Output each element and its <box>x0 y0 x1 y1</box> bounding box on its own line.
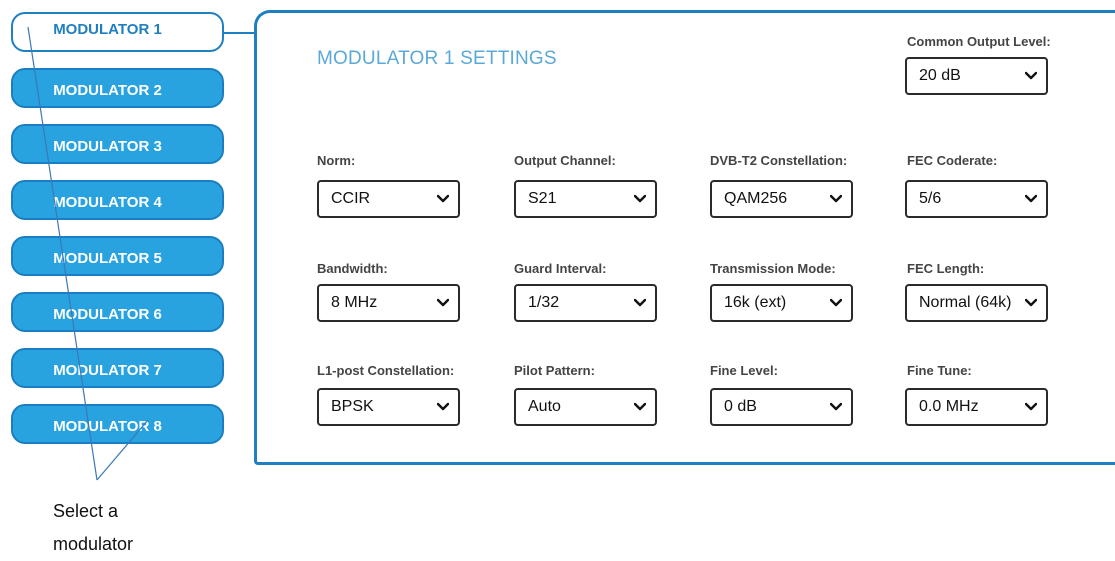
fine-tune-label: Fine Tune: <box>907 363 972 378</box>
select-value: 5/6 <box>919 190 942 207</box>
guard-interval-select[interactable]: 1/32 <box>514 284 657 322</box>
select-value: 0 dB <box>724 398 757 415</box>
select-value: Auto <box>528 398 561 415</box>
transmission-mode-select[interactable]: 16k (ext) <box>710 284 853 322</box>
select-value: 8 MHz <box>331 294 378 311</box>
tab-label: MODULATOR 2 <box>53 81 162 99</box>
tab-label: MODULATOR 5 <box>53 249 162 267</box>
tab-label: MODULATOR 6 <box>53 305 162 323</box>
tab-label: MODULATOR 3 <box>53 137 162 155</box>
tab-modulator-1[interactable]: MODULATOR 1 <box>11 12 224 52</box>
norm-select[interactable]: CCIR <box>317 180 460 218</box>
pilot-pattern-label: Pilot Pattern: <box>514 363 595 378</box>
chevron-down-icon <box>830 194 842 203</box>
chevron-down-icon <box>830 402 842 411</box>
select-value: BPSK <box>331 398 374 415</box>
fec-length-label: FEC Length: <box>907 261 985 276</box>
dvb-t2-constellation-select[interactable]: QAM256 <box>710 180 853 218</box>
norm-label: Norm: <box>317 153 356 168</box>
select-value: 1/32 <box>528 294 560 311</box>
tab-label: MODULATOR 8 <box>53 417 162 435</box>
tab-modulator-7[interactable]: MODULATOR 7 <box>11 348 224 388</box>
chevron-down-icon <box>1025 194 1037 203</box>
fec-length-select[interactable]: Normal (64k) <box>905 284 1048 322</box>
annotation-callout: Select a modulator <box>53 495 133 561</box>
fec-coderate-label: FEC Coderate: <box>907 153 998 168</box>
select-value: 0.0 MHz <box>919 398 979 415</box>
annotation-line-2: modulator <box>53 534 134 554</box>
tab-modulator-8[interactable]: MODULATOR 8 <box>11 404 224 444</box>
annotation-line-1: Select a <box>53 501 119 521</box>
fine-level-label: Fine Level: <box>710 363 778 378</box>
tab-modulator-6[interactable]: MODULATOR 6 <box>11 292 224 332</box>
chevron-down-icon <box>437 298 449 307</box>
transmission-mode-label: Transmission Mode: <box>710 261 836 276</box>
tab-connector <box>224 32 256 34</box>
fine-level-select[interactable]: 0 dB <box>710 388 853 426</box>
common-output-level-select[interactable]: 20 dB <box>905 57 1048 95</box>
l1-post-constellation-select[interactable]: BPSK <box>317 388 460 426</box>
output-channel-select[interactable]: S21 <box>514 180 657 218</box>
chevron-down-icon <box>1025 71 1037 80</box>
tab-label: MODULATOR 1 <box>53 20 162 38</box>
select-value: 16k (ext) <box>724 294 787 311</box>
tab-label: MODULATOR 4 <box>53 193 162 211</box>
guard-interval-label: Guard Interval: <box>514 261 607 276</box>
chevron-down-icon <box>634 298 646 307</box>
chevron-down-icon <box>634 402 646 411</box>
chevron-down-icon <box>437 194 449 203</box>
pilot-pattern-select[interactable]: Auto <box>514 388 657 426</box>
chevron-down-icon <box>1025 298 1037 307</box>
select-value: QAM256 <box>724 190 788 207</box>
l1-post-constellation-label: L1-post Constellation: <box>317 363 455 378</box>
bandwidth-select[interactable]: 8 MHz <box>317 284 460 322</box>
select-value: CCIR <box>331 190 371 207</box>
select-value: Normal (64k) <box>919 294 1012 311</box>
common-output-level-label: Common Output Level: <box>907 34 1051 49</box>
fine-tune-select[interactable]: 0.0 MHz <box>905 388 1048 426</box>
tab-modulator-5[interactable]: MODULATOR 5 <box>11 236 224 276</box>
dvb-t2-constellation-label: DVB-T2 Constellation: <box>710 153 848 168</box>
chevron-down-icon <box>634 194 646 203</box>
tab-modulator-2[interactable]: MODULATOR 2 <box>11 68 224 108</box>
select-value: S21 <box>528 190 557 207</box>
fec-coderate-select[interactable]: 5/6 <box>905 180 1048 218</box>
tab-modulator-3[interactable]: MODULATOR 3 <box>11 124 224 164</box>
tab-modulator-4[interactable]: MODULATOR 4 <box>11 180 224 220</box>
output-channel-label: Output Channel: <box>514 153 616 168</box>
chevron-down-icon <box>1025 402 1037 411</box>
panel-title: MODULATOR 1 SETTINGS <box>317 48 557 69</box>
select-value: 20 dB <box>919 67 961 84</box>
bandwidth-label: Bandwidth: <box>317 261 388 276</box>
tab-label: MODULATOR 7 <box>53 361 162 379</box>
chevron-down-icon <box>437 402 449 411</box>
chevron-down-icon <box>830 298 842 307</box>
